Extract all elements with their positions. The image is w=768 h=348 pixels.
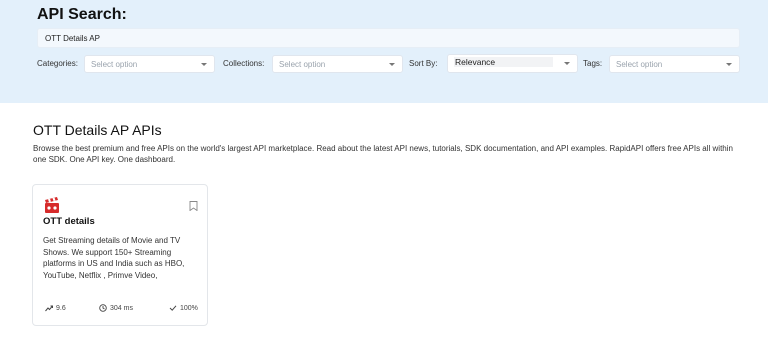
results-description: Browse the best premium and free APIs on…	[33, 144, 733, 164]
search-title: API Search:	[37, 6, 127, 23]
card-stats: 9.6 304 ms 100%	[43, 304, 201, 314]
search-panel: API Search: Categories: Select option Co…	[0, 0, 768, 103]
clock-icon	[99, 304, 107, 312]
sortby-value: Relevance	[454, 57, 553, 67]
card-title[interactable]: OTT details	[43, 216, 95, 227]
chevron-down-icon	[564, 62, 570, 65]
chevron-down-icon	[201, 63, 207, 66]
chevron-down-icon	[389, 63, 395, 66]
clapperboard-icon	[45, 197, 59, 213]
latency-value: 304 ms	[110, 304, 133, 312]
tags-select[interactable]: Select option	[609, 55, 740, 73]
categories-label: Categories:	[37, 59, 78, 68]
bookmark-icon[interactable]	[189, 201, 198, 211]
tags-placeholder: Select option	[616, 60, 663, 69]
filter-bar: Categories: Select option Collections: S…	[37, 54, 747, 73]
sortby-label: Sort By:	[409, 59, 438, 68]
latency-stat: 304 ms	[99, 304, 133, 312]
success-value: 100%	[180, 304, 198, 312]
popularity-value: 9.6	[56, 304, 66, 312]
check-icon	[169, 305, 177, 311]
success-stat: 100%	[169, 304, 198, 312]
collections-select[interactable]: Select option	[272, 55, 403, 73]
tags-label: Tags:	[583, 59, 603, 68]
collections-placeholder: Select option	[279, 60, 326, 69]
search-input[interactable]	[37, 28, 740, 48]
sortby-select[interactable]: Relevance	[447, 54, 578, 73]
popularity-stat: 9.6	[45, 304, 66, 312]
collections-label: Collections:	[223, 59, 265, 68]
results-heading: OTT Details AP APIs	[33, 122, 162, 138]
categories-select[interactable]: Select option	[84, 55, 215, 73]
categories-placeholder: Select option	[91, 60, 138, 69]
chevron-down-icon	[726, 63, 732, 66]
trending-up-icon	[45, 305, 53, 312]
card-description: Get Streaming details of Movie and TV Sh…	[43, 236, 185, 280]
api-card[interactable]: OTT details Get Streaming details of Mov…	[32, 184, 208, 326]
